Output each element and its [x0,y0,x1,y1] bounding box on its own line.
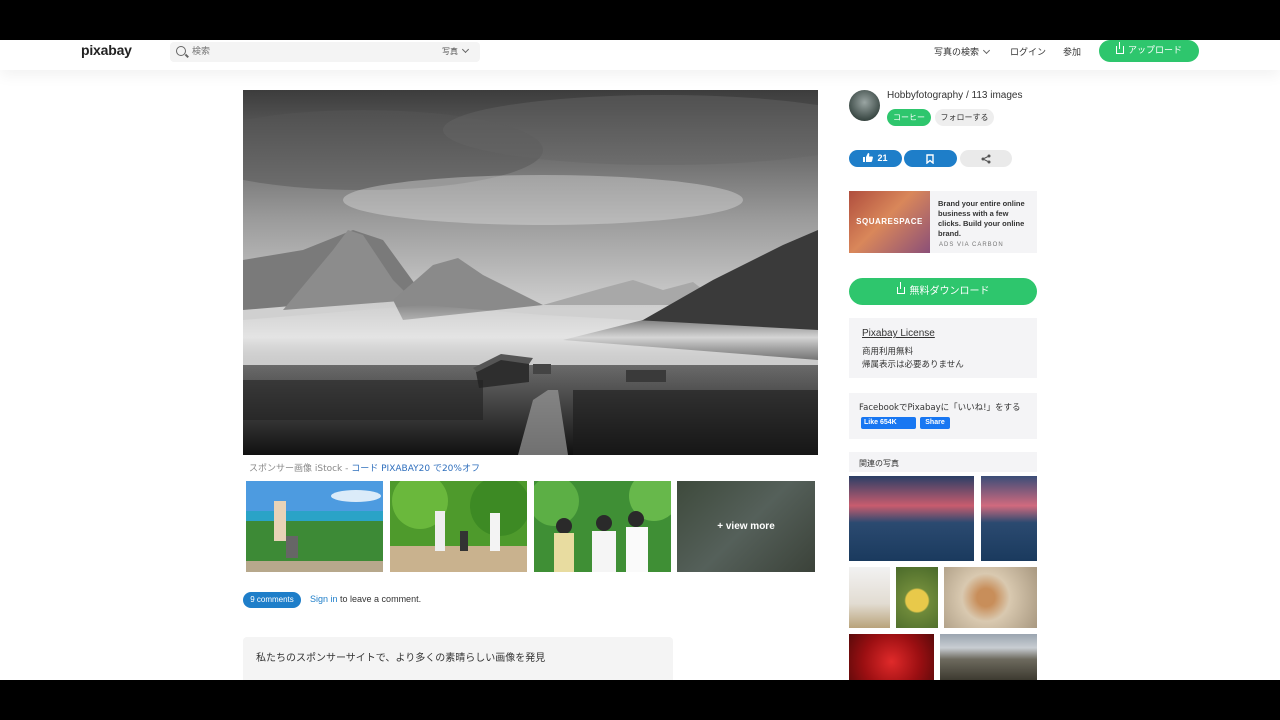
sponsored-image-three-women[interactable] [534,481,671,572]
chevron-down-icon [982,46,991,55]
related-photos-header: 関連の写真 [849,452,1037,472]
upload-label: アップロード [1127,46,1182,56]
sign-in-link[interactable]: Sign in [310,594,338,604]
facebook-text: FacebookでPixabayに「いいね!」をする [859,403,1021,413]
photo-three-women [534,481,671,572]
join-link[interactable]: 参加 [1063,45,1081,58]
related-photo-sunset-sea[interactable] [849,476,974,561]
page: pixabay 写真 写真の検索 ログイン 参加 アップロード [0,40,1280,680]
related-photo-kitten[interactable] [944,567,1037,628]
related-photo-flower-vase[interactable] [849,567,890,628]
sign-in-prompt: Sign in to leave a comment. [310,594,421,604]
discover-text: 私たちのスポンサーサイトで、より多くの素晴らしい画像を発見 [256,653,546,664]
bookmark-icon [926,153,934,164]
bookmark-button[interactable] [904,150,957,167]
share-button[interactable] [960,150,1012,167]
like-button[interactable]: 21 [849,150,902,167]
license-attribution: 帰属表示は必要ありません [862,360,964,370]
search-input[interactable] [192,44,392,60]
sign-in-suffix: to leave a comment. [337,594,422,604]
letterbox-bottom [0,680,1280,720]
related-photos-title: 関連の写真 [859,459,899,468]
facebook-box: FacebookでPixabayに「いいね!」をする Like 654K Sha… [849,393,1037,439]
photo-family-forest [390,481,527,572]
search-type-label: 写真 [442,47,458,56]
ad-attribution[interactable]: ADS VIA CARBON [939,242,1004,248]
share-icon [981,154,991,163]
pixabay-logo[interactable]: pixabay [81,42,132,58]
license-commercial: 商用利用無料 [862,347,914,357]
main-photo[interactable] [243,90,818,455]
related-photo-duckling[interactable] [896,567,938,628]
search-icon [176,46,186,56]
search-type-dropdown[interactable]: 写真 [442,45,470,57]
download-label: 無料ダウンロード [909,286,990,297]
thumbs-up-icon [863,153,874,162]
chevron-down-icon [461,45,470,54]
explore-label: 写真の検索 [934,48,980,58]
sponsor-code-link[interactable]: コード PIXABAY20 で20%オフ [351,464,480,474]
top-header: pixabay 写真 写真の検索 ログイン 参加 アップロード [0,40,1280,70]
author-name[interactable]: Hobbyfotography / 113 images [887,90,1022,101]
free-download-button[interactable]: 無料ダウンロード [849,278,1037,305]
carbon-ad[interactable]: SQUARESPACE Brand your entire online bus… [849,191,1037,253]
mountain-landscape-image [243,90,818,455]
comments-count-button[interactable]: 9 comments [243,592,301,608]
related-photo-red-rose[interactable] [849,634,934,680]
search-bar[interactable]: 写真 [170,42,480,62]
facebook-like-button[interactable]: Like 654K [861,417,916,429]
ad-text: Brand your entire online business with a… [938,199,1025,238]
like-count: 21 [877,153,888,163]
license-link[interactable]: Pixabay License [862,328,935,339]
sponsor-prefix: スポンサー画像 iStock - [249,464,352,474]
license-box: Pixabay License 商用利用無料 帰属表示は必要ありません [849,318,1037,378]
login-link[interactable]: ログイン [1010,45,1046,58]
related-photo-sunset-sea-2[interactable] [981,476,1037,561]
facebook-share-button[interactable]: Share [920,417,950,429]
discover-more-banner[interactable]: 私たちのスポンサーサイトで、より多くの素晴らしい画像を発見 [243,637,673,680]
sponsored-image-woman-ocean[interactable] [246,481,383,572]
upload-icon [1115,42,1124,54]
letterbox-top [0,0,1280,40]
sponsor-line: スポンサー画像 iStock - コード PIXABAY20 で20%オフ [249,461,480,474]
photo-woman-ocean [246,481,383,572]
view-more-button[interactable]: + view more [677,481,815,572]
author-avatar[interactable] [849,90,880,121]
explore-menu[interactable]: 写真の検索 [934,45,991,58]
related-photo-mountains[interactable] [940,634,1037,680]
squarespace-ad-image: SQUARESPACE [849,191,930,253]
download-icon [896,282,905,294]
follow-button[interactable]: フォローする [935,109,994,126]
upload-button[interactable]: アップロード [1099,40,1199,62]
sponsored-image-family-forest[interactable] [390,481,527,572]
coffee-button[interactable]: コーヒー [887,109,931,126]
